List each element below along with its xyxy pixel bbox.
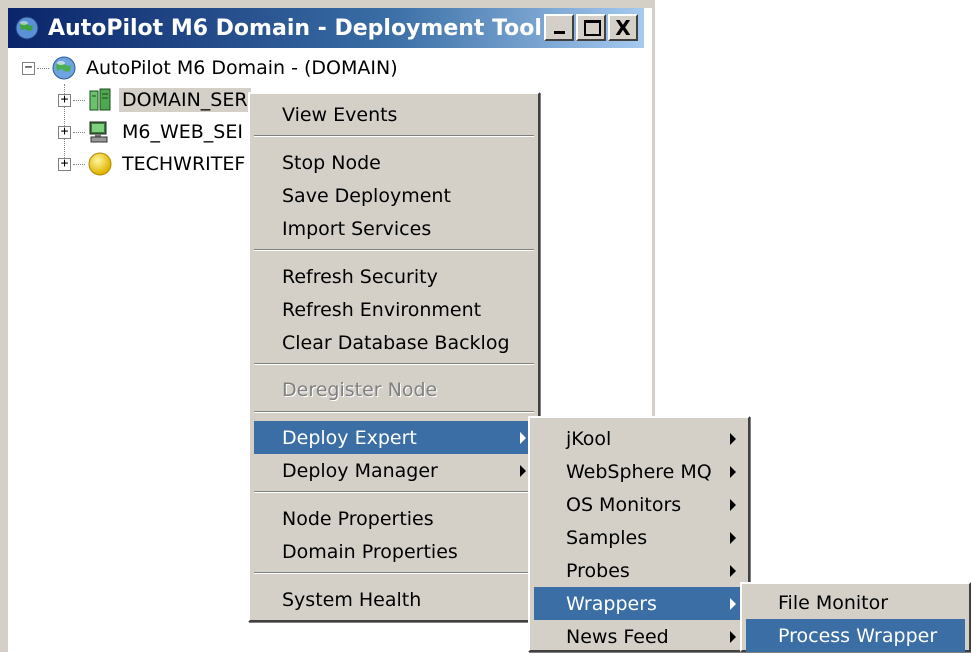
menu-item-label: Import Services (282, 217, 432, 240)
menu-item-label: Domain Properties (282, 540, 458, 563)
menu-separator (254, 249, 534, 251)
submenu-item-samples[interactable]: Samples (534, 521, 744, 554)
submenu-item-file-monitor[interactable]: File Monitor (746, 586, 965, 619)
menu-item-label: News Feed (566, 625, 669, 648)
menu-separator (254, 491, 534, 493)
menu-item-label: Save Deployment (282, 184, 451, 207)
tree-node-label: TECHWRITEF (122, 153, 246, 175)
menu-item-label: Probes (566, 559, 630, 582)
tree-connector (37, 67, 49, 69)
title-bar[interactable]: AutoPilot M6 Domain - Deployment Tool X (8, 8, 644, 48)
menu-item-import-services[interactable]: Import Services (254, 212, 534, 245)
menu-item-refresh-security[interactable]: Refresh Security (254, 260, 534, 293)
tree-node-label: M6_WEB_SEI (122, 121, 243, 143)
submenu-item-websphere-mq[interactable]: WebSphere MQ (534, 455, 744, 488)
menu-separator (254, 411, 534, 413)
menu-item-label: WebSphere MQ (566, 460, 712, 483)
close-button[interactable]: X (608, 14, 638, 41)
submenu-arrow-icon (730, 433, 736, 445)
window-frame-top (0, 0, 652, 8)
submenu-item-wrappers[interactable]: Wrappers (534, 587, 744, 620)
expand-icon[interactable]: + (58, 157, 71, 171)
computer-icon (89, 121, 108, 143)
submenu-arrow-icon (730, 532, 736, 544)
globe-icon (52, 56, 76, 80)
menu-item-deregister-node: Deregister Node (254, 373, 534, 406)
submenu-arrow-icon (730, 466, 736, 478)
menu-separator (254, 363, 534, 365)
tree-node-domain-server[interactable]: + DOMAIN_SER (58, 84, 251, 116)
menu-item-label: Refresh Security (282, 265, 438, 288)
collapse-icon[interactable]: − (22, 61, 35, 75)
submenu-arrow-icon (730, 598, 736, 610)
node-context-menu: View Events Stop Node Save Deployment Im… (248, 92, 540, 622)
submenu-item-probes[interactable]: Probes (534, 554, 744, 587)
submenu-arrow-icon (520, 465, 526, 477)
tree-root-label: AutoPilot M6 Domain - (DOMAIN) (86, 57, 398, 79)
menu-item-label: jKool (566, 427, 612, 450)
submenu-arrow-icon (730, 631, 736, 643)
menu-item-label: Node Properties (282, 507, 434, 530)
menu-separator (254, 135, 534, 137)
close-icon: X (615, 15, 631, 40)
menu-item-label: Process Wrapper (778, 624, 938, 647)
yellow-node-icon (88, 152, 112, 176)
menu-item-label: Deregister Node (282, 378, 438, 401)
tree-connector (73, 163, 85, 165)
submenu-item-news-feed[interactable]: News Feed (534, 620, 744, 653)
menu-item-system-health[interactable]: System Health (254, 583, 534, 616)
expand-icon[interactable]: + (58, 125, 71, 139)
menu-item-label: File Monitor (778, 591, 889, 614)
tree-node-techwriter[interactable]: + TECHWRITEF (58, 148, 248, 180)
wrappers-submenu: File Monitor Process Wrapper (740, 582, 971, 652)
menu-item-label: Clear Database Backlog (282, 331, 510, 354)
menu-item-label: OS Monitors (566, 493, 682, 516)
menu-item-domain-properties[interactable]: Domain Properties (254, 535, 534, 568)
submenu-item-os-monitors[interactable]: OS Monitors (534, 488, 744, 521)
submenu-item-process-wrapper[interactable]: Process Wrapper (746, 619, 965, 652)
menu-item-refresh-environment[interactable]: Refresh Environment (254, 293, 534, 326)
globe-app-icon (15, 16, 39, 40)
menu-item-stop-node[interactable]: Stop Node (254, 146, 534, 179)
menu-item-label: Wrappers (566, 592, 657, 615)
deploy-expert-submenu: jKool WebSphere MQ OS Monitors Samples P… (528, 416, 750, 652)
window-frame-left (0, 0, 8, 652)
tree-node-web-server[interactable]: + M6_WEB_SEI (58, 116, 246, 148)
tree-connector (73, 131, 85, 133)
maximize-button[interactable] (576, 14, 606, 41)
menu-item-deploy-manager[interactable]: Deploy Manager (254, 454, 534, 487)
menu-item-view-events[interactable]: View Events (254, 98, 534, 131)
submenu-item-jkool[interactable]: jKool (534, 422, 744, 455)
menu-item-label: Refresh Environment (282, 298, 482, 321)
menu-item-label: System Health (282, 588, 422, 611)
expand-icon[interactable]: + (58, 93, 71, 107)
menu-item-label: View Events (282, 103, 398, 126)
menu-item-label: Deploy Expert (282, 426, 417, 449)
submenu-arrow-icon (730, 499, 736, 511)
submenu-arrow-icon (520, 432, 526, 444)
menu-item-label: Deploy Manager (282, 459, 438, 482)
menu-item-label: Stop Node (282, 151, 381, 174)
tree-root-row[interactable]: − AutoPilot M6 Domain - (DOMAIN) (22, 52, 401, 84)
tree-node-label: DOMAIN_SER (119, 88, 251, 112)
menu-item-label: Samples (566, 526, 648, 549)
minimize-button[interactable] (544, 14, 574, 41)
menu-item-node-properties[interactable]: Node Properties (254, 502, 534, 535)
menu-item-save-deployment[interactable]: Save Deployment (254, 179, 534, 212)
window-title: AutoPilot M6 Domain - Deployment Tool (48, 15, 542, 41)
tree-connector (73, 99, 85, 101)
menu-separator (254, 572, 534, 574)
menu-item-deploy-expert[interactable]: Deploy Expert (254, 421, 534, 454)
menu-item-clear-database-backlog[interactable]: Clear Database Backlog (254, 326, 534, 359)
server-icon (89, 88, 111, 111)
submenu-arrow-icon (730, 565, 736, 577)
